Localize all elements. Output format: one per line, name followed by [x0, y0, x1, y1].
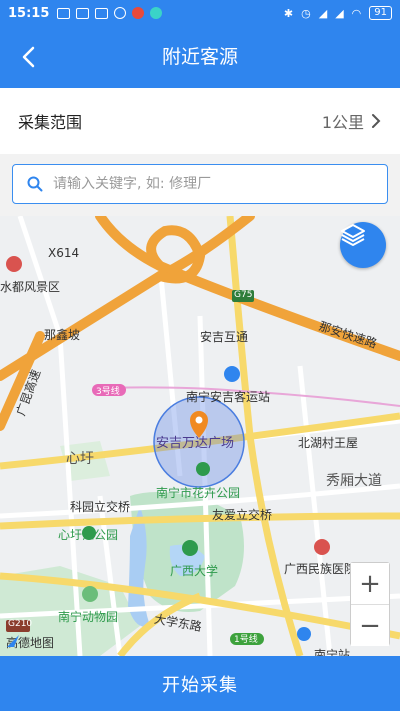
- back-button[interactable]: [14, 42, 44, 72]
- range-value: 1公里: [321, 113, 364, 132]
- zoom-out-button[interactable]: −: [351, 605, 389, 646]
- map-label-xinxu-park: 心圩江公园: [58, 528, 119, 542]
- status-time: 15:15: [8, 5, 50, 21]
- map-label-wanda: 安吉万达广场: [156, 436, 235, 451]
- header: 附近客源: [0, 26, 400, 88]
- back-arrow-icon: [22, 46, 35, 68]
- search-box[interactable]: [12, 164, 388, 204]
- map-label-line3: 3号线: [96, 387, 120, 397]
- bluetooth-icon: ✱: [283, 6, 294, 20]
- map-label-gx-hospital: 广西民族医院: [284, 562, 357, 576]
- sync-icon: [114, 7, 127, 19]
- map-label-g210: G210: [8, 619, 33, 629]
- map-label-keyuan: 科园立交桥: [70, 500, 131, 514]
- range-label: 采集范围: [18, 113, 83, 132]
- map-label-flower-park: 南宁市花卉公园: [156, 486, 241, 500]
- notification-icons: [57, 7, 163, 19]
- telegram-icon: [95, 7, 109, 19]
- map-label-g75: G75: [234, 290, 253, 300]
- zoom-control: + −: [350, 562, 390, 646]
- map-view[interactable]: X614 水都风景区 那鑫坡 安吉互通 G75 那安快速路 3号线 南宁安吉客运…: [0, 216, 400, 656]
- signal2-icon: ◢: [335, 6, 344, 20]
- map-label-zoo: 南宁动物园: [58, 610, 119, 624]
- zoom-in-button[interactable]: +: [351, 563, 389, 604]
- map-label-gxu: 广西大学: [170, 564, 219, 578]
- start-collect-button[interactable]: 开始采集: [0, 656, 400, 711]
- range-selector[interactable]: 采集范围 1公里: [0, 88, 400, 154]
- wifi-icon: ◠: [351, 6, 362, 20]
- plus-icon: +: [359, 568, 381, 599]
- battery-icon: 91: [369, 6, 392, 20]
- search-input[interactable]: [53, 176, 353, 192]
- map-label-bus-station: 南宁安吉客运站: [186, 390, 271, 404]
- app2-icon: [150, 7, 163, 19]
- page-title: 附近客源: [161, 46, 238, 68]
- status-bar: 15:15 ✱ ◷ ◢ ◢ ◠ 91: [0, 0, 400, 26]
- app-icon: [132, 7, 145, 19]
- status-right: ✱ ◷ ◢ ◢ ◠ 91: [284, 6, 392, 20]
- range-value-group[interactable]: 1公里: [322, 109, 382, 133]
- search-area: [0, 154, 400, 216]
- signal-icon: ◢: [318, 6, 328, 20]
- layers-button[interactable]: [340, 222, 386, 268]
- map-label-interchange: 安吉互通: [200, 330, 249, 344]
- chat-icon: [76, 7, 90, 19]
- map-label-beihu: 北湖村王屋: [298, 436, 359, 450]
- map-label-x614: X614: [48, 246, 80, 260]
- map-label-youai: 友爱立交桥: [212, 508, 273, 522]
- map-label-nanning-station: 南宁站: [314, 648, 351, 656]
- layers-icon: [341, 224, 365, 246]
- alarm-icon: ◷: [301, 6, 311, 20]
- map-label-scenic: 水都风景区: [0, 280, 61, 294]
- amap-logo-icon: [7, 635, 19, 647]
- minus-icon: −: [359, 610, 381, 641]
- map-label-xinxu: 心圩: [66, 451, 94, 467]
- map-label-napo: 那鑫坡: [44, 328, 81, 342]
- map-label-line1: 1号线: [234, 635, 258, 645]
- map-label-xiuxiang: 秀厢大道: [326, 473, 382, 489]
- search-icon: [27, 176, 43, 192]
- map-logo: 高德地图: [6, 634, 54, 651]
- chevron-right-icon: [372, 114, 381, 128]
- message-icon: [57, 7, 71, 19]
